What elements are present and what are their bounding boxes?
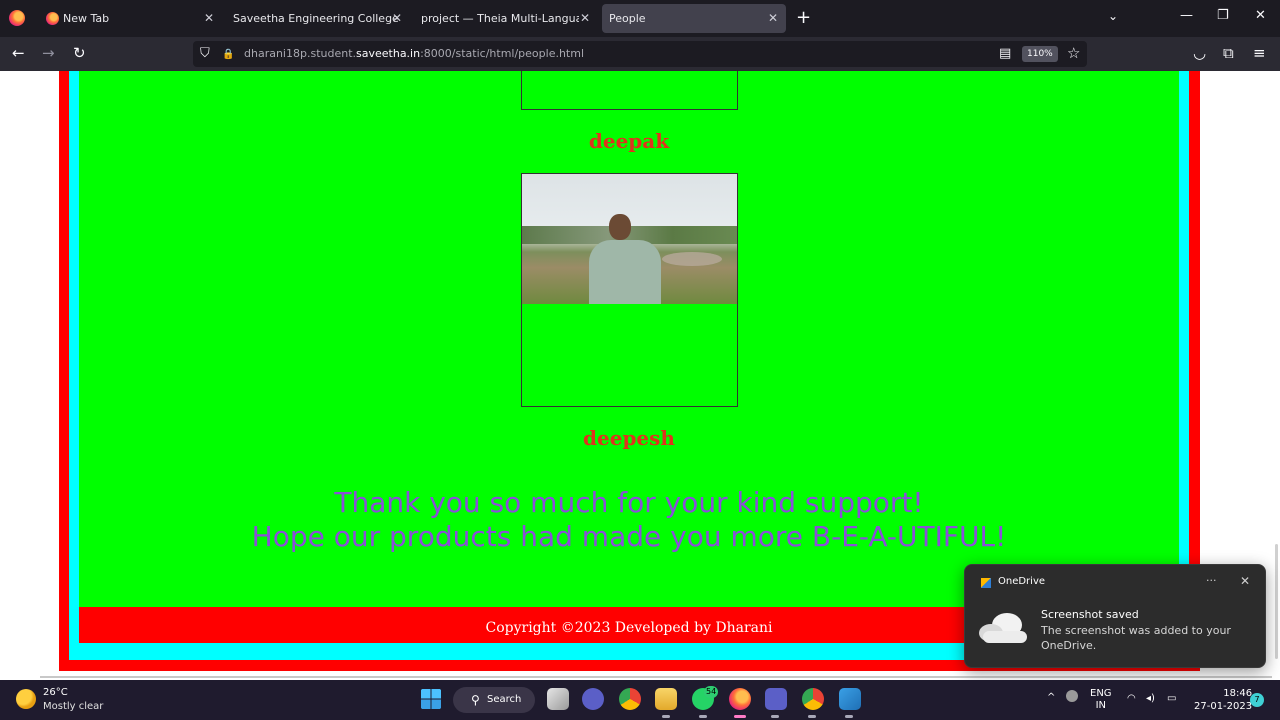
taskbar-search-button[interactable]: ⚲ Search bbox=[453, 687, 535, 713]
snipping-tool-icon[interactable] bbox=[839, 688, 861, 710]
weather-temperature[interactable]: 26°C bbox=[43, 687, 68, 698]
close-icon[interactable]: ✕ bbox=[204, 4, 214, 33]
tab-new-tab[interactable]: New Tab ✕ bbox=[38, 4, 222, 33]
photo-pond bbox=[662, 252, 722, 266]
speaker-icon[interactable]: ◂) bbox=[1146, 693, 1155, 705]
chevron-down-icon[interactable]: ⌄ bbox=[1108, 9, 1118, 23]
thank-you-line-1: Thank you so much for your kind support! bbox=[334, 486, 924, 519]
url-domain: saveetha.in bbox=[356, 47, 421, 60]
whatsapp-unread-badge: 54 bbox=[704, 686, 719, 698]
new-tab-icon[interactable]: + bbox=[796, 8, 811, 28]
shield-icon[interactable]: ⛉ bbox=[200, 45, 210, 63]
notification-app-name: OneDrive bbox=[998, 576, 1046, 587]
navigation-toolbar: ← → ↻ ⛉ 🔒 dharani18p.student.saveetha.in… bbox=[0, 37, 1280, 71]
window-close-icon[interactable]: ✕ bbox=[1255, 8, 1266, 23]
tab-label: New Tab bbox=[63, 12, 110, 25]
notification-body: The screenshot was added to your OneDriv… bbox=[1041, 624, 1231, 652]
restore-icon[interactable]: ❐ bbox=[1217, 8, 1229, 23]
chrome-icon[interactable] bbox=[619, 688, 641, 710]
person-name-deepak: deepak bbox=[588, 129, 670, 153]
onedrive-notification[interactable]: OneDrive ··· ✕ Screenshot saved The scre… bbox=[964, 564, 1266, 668]
reload-icon[interactable]: ↻ bbox=[73, 44, 86, 62]
active-app-indicator bbox=[734, 715, 746, 718]
notification-title: Screenshot saved bbox=[1041, 608, 1139, 621]
firefox-icon[interactable] bbox=[729, 688, 751, 710]
search-label: Search bbox=[487, 694, 522, 705]
running-app-indicator bbox=[771, 715, 779, 718]
tab-strip: New Tab ✕ Saveetha Engineering College ✕… bbox=[0, 0, 1280, 37]
tab-label: Saveetha Engineering College bbox=[233, 12, 399, 25]
region-code: IN bbox=[1095, 700, 1106, 711]
firefox-icon bbox=[46, 12, 59, 25]
extensions-icon[interactable]: ⧉ bbox=[1223, 44, 1234, 62]
close-icon[interactable]: ✕ bbox=[1240, 574, 1250, 588]
menu-icon[interactable]: ≡ bbox=[1253, 44, 1266, 62]
wifi-icon[interactable]: ◠ bbox=[1127, 693, 1136, 705]
teams-chat-icon[interactable] bbox=[582, 688, 604, 710]
person-card-deepesh bbox=[521, 173, 738, 407]
running-app-indicator bbox=[845, 715, 853, 718]
onedrive-tray-icon[interactable] bbox=[1066, 690, 1078, 702]
teams-icon[interactable] bbox=[765, 688, 787, 710]
more-options-icon[interactable]: ··· bbox=[1206, 574, 1217, 587]
minimize-icon[interactable]: — bbox=[1180, 8, 1193, 23]
running-app-indicator bbox=[662, 715, 670, 718]
windows-taskbar: 26°C Mostly clear ⚲ Search 54 ^ ENG IN ◠… bbox=[0, 680, 1280, 720]
forward-icon[interactable]: → bbox=[42, 44, 55, 62]
photo-person-body bbox=[589, 240, 661, 304]
battery-icon[interactable]: ▭ bbox=[1167, 693, 1176, 705]
thank-you-line-2: Hope our products had made you more B-E-… bbox=[251, 520, 1007, 553]
language-code: ENG bbox=[1090, 688, 1112, 699]
person-name-deepesh: deepesh bbox=[583, 426, 675, 450]
tab-saveetha[interactable]: Saveetha Engineering College ✕ bbox=[226, 4, 410, 33]
horizontal-rule bbox=[40, 676, 1272, 678]
url-prefix: dharani18p.student. bbox=[244, 47, 357, 60]
chrome-profile-icon[interactable] bbox=[802, 688, 824, 710]
tab-project-theia[interactable]: project — Theia Multi-Language Ex ✕ bbox=[414, 4, 598, 33]
running-app-indicator bbox=[808, 715, 816, 718]
firefox-menu-icon[interactable] bbox=[9, 10, 25, 26]
url-bar[interactable]: ⛉ 🔒 dharani18p.student.saveetha.in:8000/… bbox=[193, 41, 1087, 67]
person-photo-deepesh bbox=[522, 174, 737, 304]
person-card-deepak bbox=[521, 71, 738, 110]
back-icon[interactable]: ← bbox=[12, 44, 25, 62]
task-view-icon[interactable] bbox=[547, 688, 569, 710]
onedrive-app-icon bbox=[981, 578, 991, 588]
tab-label: People bbox=[609, 12, 646, 25]
clock[interactable]: 18:46 27-01-2023 bbox=[1194, 687, 1252, 713]
scrollbar-thumb[interactable] bbox=[1275, 544, 1278, 659]
weather-description[interactable]: Mostly clear bbox=[43, 701, 103, 712]
bookmark-star-icon[interactable]: ☆ bbox=[1067, 44, 1080, 62]
tab-people[interactable]: People ✕ bbox=[602, 4, 786, 33]
zoom-level-button[interactable]: 110% bbox=[1022, 46, 1058, 62]
url-path: :8000/static/html/people.html bbox=[420, 47, 585, 60]
clock-time: 18:46 bbox=[1223, 688, 1253, 699]
windows-start-icon[interactable] bbox=[420, 688, 442, 710]
notification-count-badge[interactable]: 7 bbox=[1250, 693, 1264, 707]
chevron-up-icon[interactable]: ^ bbox=[1047, 692, 1055, 704]
running-app-indicator bbox=[699, 715, 707, 718]
lock-icon[interactable]: 🔒 bbox=[222, 46, 234, 64]
search-icon: ⚲ bbox=[471, 693, 480, 707]
reader-view-icon[interactable]: ▤ bbox=[999, 45, 1011, 63]
language-indicator[interactable]: ENG IN bbox=[1090, 688, 1112, 712]
pocket-icon[interactable]: ◡ bbox=[1193, 44, 1206, 62]
photo-person-head bbox=[609, 214, 631, 240]
clock-date: 27-01-2023 bbox=[1194, 701, 1253, 712]
close-icon[interactable]: ✕ bbox=[392, 4, 402, 33]
people-section: deepak deepesh Thank you so much for you… bbox=[79, 71, 1179, 607]
weather-moon-icon[interactable] bbox=[16, 689, 36, 709]
cloud-icon bbox=[979, 613, 1027, 643]
tab-label: project — Theia Multi-Language Ex bbox=[421, 12, 579, 25]
file-explorer-icon[interactable] bbox=[655, 688, 677, 710]
close-icon[interactable]: ✕ bbox=[580, 4, 590, 33]
url-text[interactable]: dharani18p.student.saveetha.in:8000/stat… bbox=[244, 41, 584, 67]
close-icon[interactable]: ✕ bbox=[768, 4, 778, 33]
